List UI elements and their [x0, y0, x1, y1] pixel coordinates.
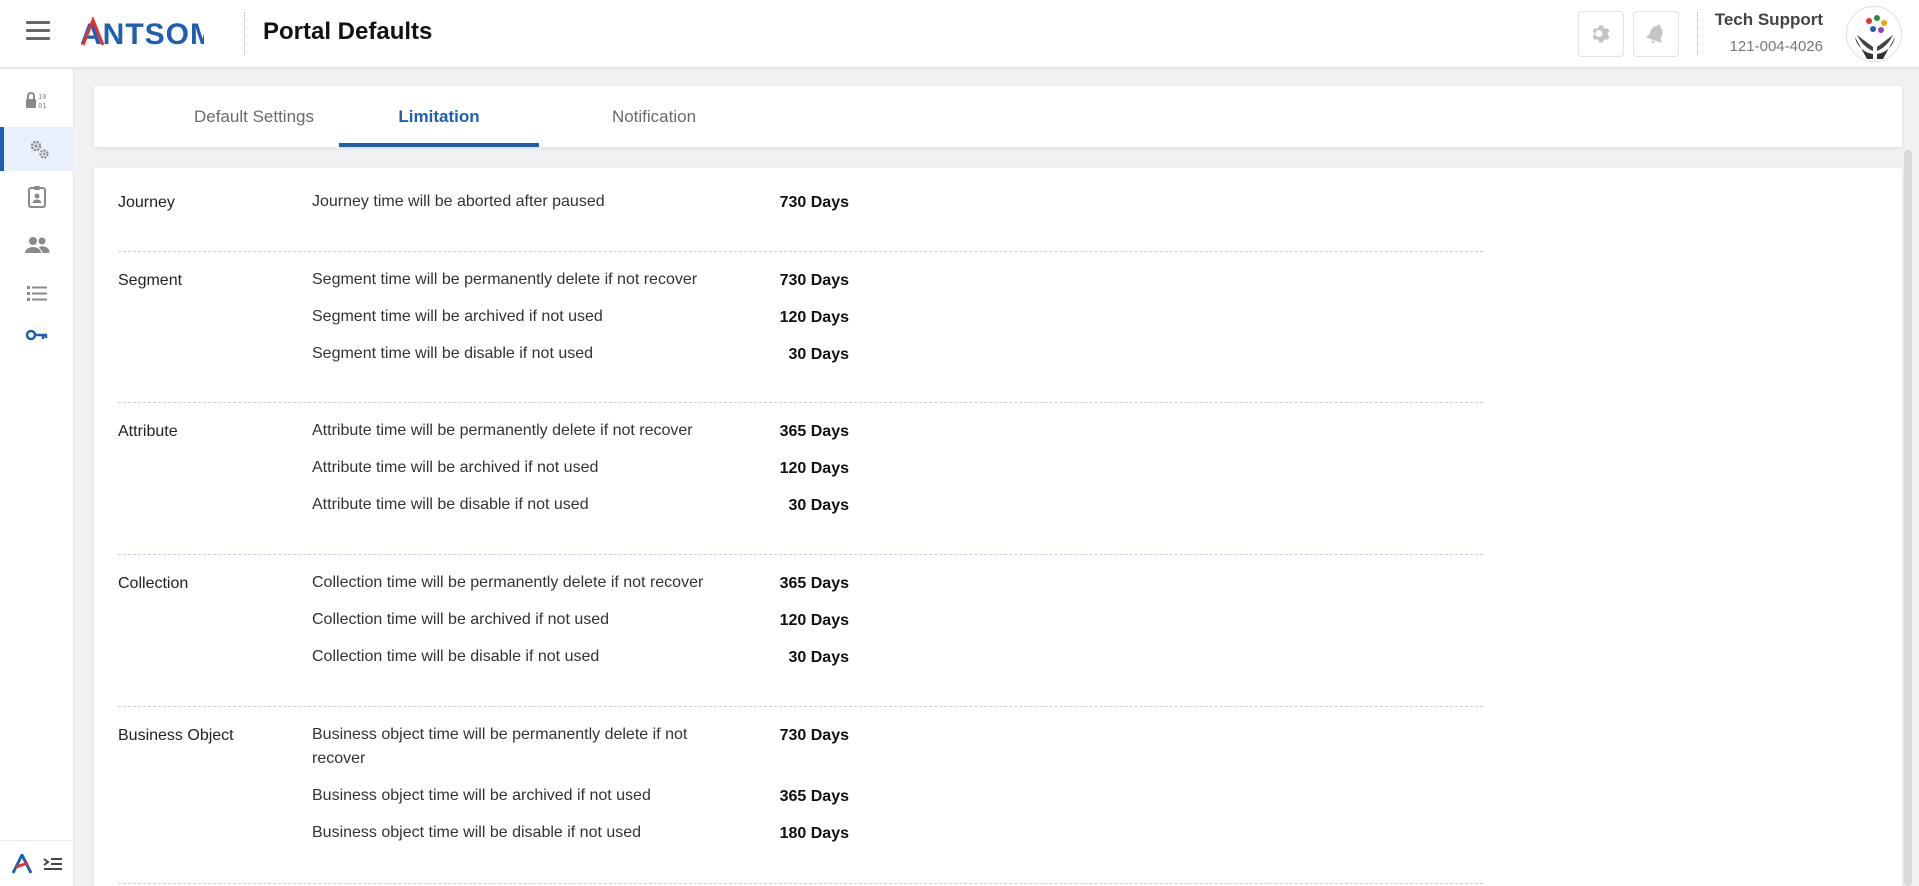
row-description: Attribute time will be archived if not u…: [312, 459, 599, 476]
sidebar-footer: [0, 840, 74, 886]
row-description: Attribute time will be disable if not us…: [312, 496, 589, 513]
svg-text:01: 01: [38, 102, 46, 110]
tab-default-settings[interactable]: Default Settings: [154, 86, 354, 147]
sidebar-item-list[interactable]: [0, 271, 74, 315]
section-title: Collection: [118, 575, 189, 592]
sidebar: 10 01: [0, 69, 74, 886]
svg-text:10: 10: [38, 93, 46, 101]
row-description: Business object time will be archived if…: [312, 787, 651, 804]
antsomi-mark-icon[interactable]: [11, 853, 33, 874]
row-description: Business object time will be disable if …: [312, 824, 642, 841]
lock-binary-icon: 10 01: [26, 92, 46, 110]
row-description: Collection time will be archived if not …: [312, 611, 610, 628]
sidebar-item-api-keys[interactable]: [0, 313, 74, 357]
bell-icon: [1646, 24, 1663, 44]
users-icon: [25, 237, 50, 253]
gears-icon: [30, 140, 49, 159]
row-value: 730 Days: [779, 272, 849, 289]
section-journey: Journey Journey time will be aborted aft…: [118, 168, 1483, 252]
user-phone: 121-004-4026: [1729, 38, 1823, 55]
row-description: Collection time will be permanently dele…: [312, 574, 704, 591]
row-value: 30 Days: [788, 649, 850, 666]
header-divider: [244, 12, 245, 56]
row-value: 365 Days: [779, 423, 849, 440]
page-title: Portal Defaults: [263, 18, 433, 45]
section-title: Journey: [118, 194, 175, 211]
row-value: 365 Days: [779, 575, 849, 592]
user-name: Tech Support: [1714, 10, 1823, 29]
row-value: 120 Days: [779, 309, 849, 326]
list-icon: [27, 286, 47, 301]
row-description: Collection time will be disable if not u…: [312, 648, 600, 665]
row-description: Business object time will be permanently…: [312, 726, 688, 767]
gear-icon: [1592, 25, 1610, 43]
avatar-hands-icon: [1855, 15, 1895, 59]
section-segment: Segment Segment time will be permanently…: [118, 252, 1483, 403]
row-description: Segment time will be permanently delete …: [312, 271, 698, 288]
tab-notification[interactable]: Notification: [554, 86, 754, 147]
row-value: 120 Days: [779, 460, 849, 477]
key-icon: [25, 329, 48, 341]
section-attribute: Attribute Attribute time will be permane…: [118, 403, 1483, 555]
sidebar-item-data-security[interactable]: 10 01: [0, 79, 74, 123]
row-description: Segment time will be disable if not used: [312, 345, 594, 362]
logo-wordmark-icon: ANTSOMI: [80, 15, 204, 51]
antsomi-logo[interactable]: ANTSOMI: [80, 15, 204, 51]
section-title: Attribute: [118, 423, 178, 440]
row-description: Segment time will be archived if not use…: [312, 308, 603, 325]
tabs-bar: Default Settings Limitation Notification: [94, 86, 1902, 147]
tab-limitation[interactable]: Limitation: [339, 86, 539, 147]
badge-icon: [28, 186, 46, 208]
section-business-object: Business Object Business object time wil…: [118, 707, 1483, 884]
sidebar-item-portal-defaults[interactable]: [0, 127, 74, 171]
row-value: 30 Days: [788, 497, 850, 514]
sidebar-item-badge[interactable]: [0, 175, 74, 219]
avatar[interactable]: [1846, 6, 1902, 62]
section-collection: Collection Collection time will be perma…: [118, 555, 1483, 707]
page-scrollbar[interactable]: [1904, 150, 1912, 886]
row-value: 120 Days: [779, 612, 849, 629]
row-value: 730 Days: [779, 727, 849, 744]
notifications-button[interactable]: [1633, 11, 1679, 57]
row-description: Attribute time will be permanently delet…: [312, 422, 693, 439]
row-value: 730 Days: [779, 194, 849, 211]
row-value: 30 Days: [788, 346, 850, 363]
menu-icon[interactable]: [26, 21, 50, 41]
row-value: 365 Days: [779, 788, 849, 805]
section-title: Segment: [118, 272, 183, 289]
expand-menu-icon[interactable]: [43, 856, 63, 872]
row-description: Journey time will be aborted after pause…: [312, 193, 605, 210]
limitation-panel: Journey Journey time will be aborted aft…: [94, 168, 1902, 886]
app-header: ANTSOMI Portal Defaults Tech Support 121…: [0, 0, 1919, 68]
section-title: Business Object: [118, 727, 234, 744]
sidebar-item-users[interactable]: [0, 223, 74, 267]
settings-button[interactable]: [1578, 11, 1624, 57]
header-divider: [1697, 12, 1698, 56]
row-value: 180 Days: [779, 825, 849, 842]
